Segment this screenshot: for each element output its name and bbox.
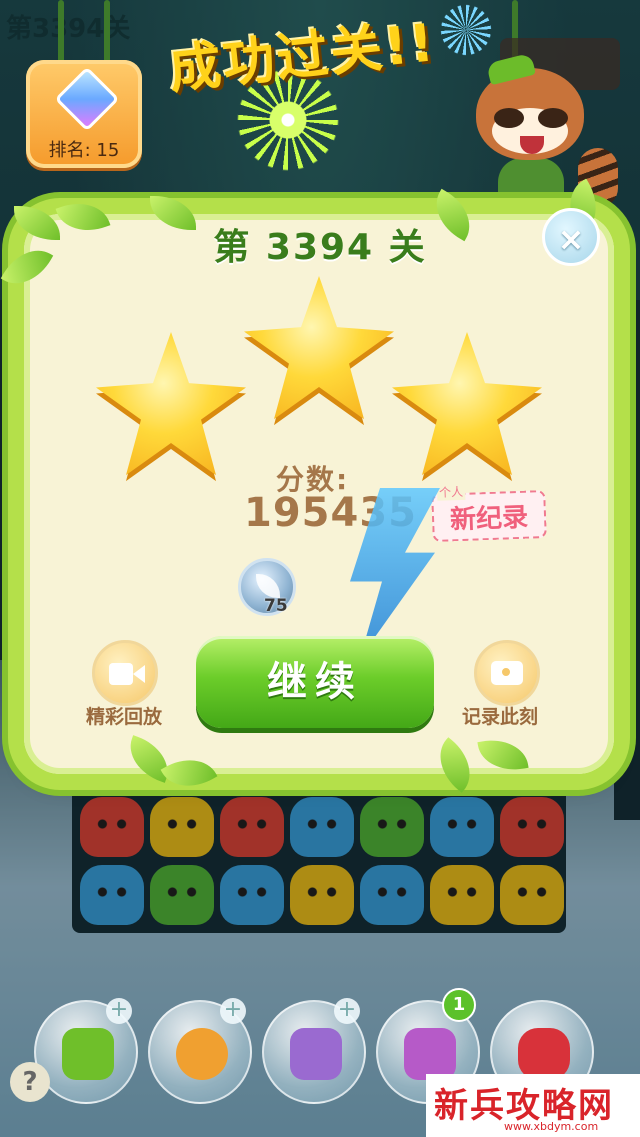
- close-button[interactable]: ×: [542, 208, 600, 266]
- raccoon-body: [498, 158, 564, 208]
- site-watermark: 新兵攻略网 www.xbdym.com: [426, 1074, 640, 1137]
- level-indicator-top: 第3394关: [6, 14, 131, 44]
- diamond-icon: [54, 66, 120, 132]
- booster-slot-2[interactable]: +: [148, 998, 252, 1104]
- rank-card[interactable]: 排名: 15: [26, 60, 142, 168]
- replay-button[interactable]: [92, 640, 158, 706]
- add-booster-icon[interactable]: +: [220, 998, 246, 1024]
- booster-slot-1[interactable]: +: [34, 998, 138, 1104]
- raccoon-eye: [538, 108, 568, 128]
- record-text: 新纪录: [449, 502, 529, 536]
- snapshot-button[interactable]: [474, 640, 540, 706]
- booster-slot-3[interactable]: +: [262, 998, 366, 1104]
- add-booster-icon[interactable]: +: [106, 998, 132, 1024]
- swap-booster-icon: [290, 1028, 342, 1080]
- raccoon-eye: [494, 108, 524, 128]
- raccoon-mascot: [470, 52, 620, 208]
- coin-count: 75: [264, 596, 288, 616]
- camera-lens-icon: [499, 665, 513, 679]
- video-camera-icon: [109, 663, 133, 685]
- shuffle-booster-icon: [62, 1028, 114, 1080]
- continue-button[interactable]: 继续: [196, 636, 434, 728]
- leaf-icon: [256, 574, 280, 598]
- arrow-booster-icon: [404, 1028, 456, 1080]
- clock-booster-icon: [176, 1028, 228, 1080]
- firework-decoration: [436, 0, 496, 60]
- snapshot-label[interactable]: 记录此刻: [462, 702, 538, 729]
- replay-label[interactable]: 精彩回放: [86, 702, 162, 729]
- rank-label: 排名: 15: [48, 140, 120, 161]
- watermark-url: www.xbdym.com: [504, 1120, 599, 1133]
- booster-count-badge: 1: [442, 988, 476, 1022]
- new-record-stamp: 个人 新纪录: [431, 482, 547, 542]
- rocket-booster-icon: [518, 1028, 570, 1080]
- help-button[interactable]: ?: [10, 1062, 50, 1102]
- add-booster-icon[interactable]: +: [334, 998, 360, 1024]
- video-camera-lens-icon: [133, 665, 145, 683]
